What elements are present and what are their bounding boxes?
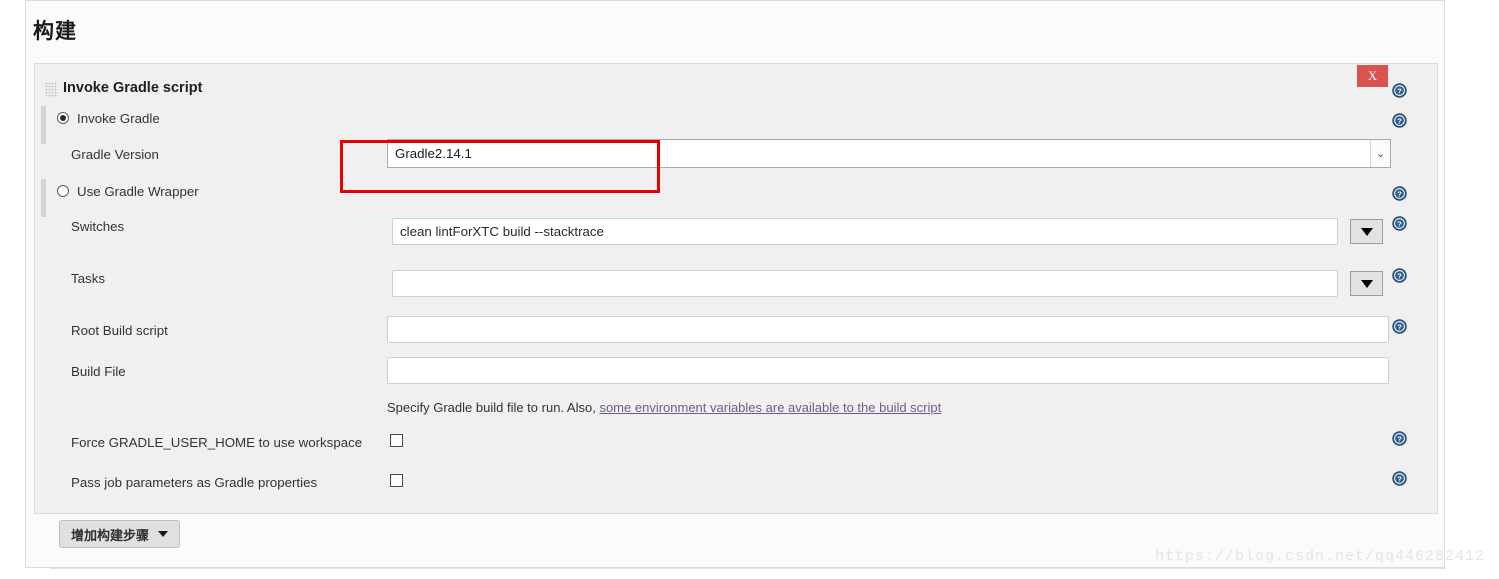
- bottom-divider: [50, 568, 1446, 569]
- caret-down-icon: [1360, 227, 1373, 236]
- tasks-dropdown-button[interactable]: [1350, 271, 1383, 296]
- root-build-script-input[interactable]: [387, 316, 1389, 343]
- tasks-input[interactable]: [392, 270, 1338, 297]
- build-file-label: Build File: [71, 364, 126, 379]
- svg-text:?: ?: [1397, 87, 1402, 96]
- gradle-version-value: Gradle2.14.1: [395, 146, 472, 161]
- radio-use-gradle-wrapper[interactable]: [57, 185, 69, 197]
- help-icon[interactable]: ?: [1392, 319, 1407, 334]
- help-icon[interactable]: ?: [1392, 471, 1407, 486]
- caret-down-icon: [1360, 279, 1373, 288]
- svg-text:?: ?: [1397, 323, 1402, 332]
- force-gradle-user-home-checkbox[interactable]: [390, 434, 403, 447]
- build-file-input[interactable]: [387, 357, 1389, 384]
- caret-down-icon: [158, 531, 169, 537]
- drag-handle-icon[interactable]: [45, 82, 58, 97]
- pass-job-parameters-checkbox[interactable]: [390, 474, 403, 487]
- help-icon[interactable]: ?: [1392, 268, 1407, 283]
- build-config-page: 构建 Invoke Gradle script X ? ? ? ? ? ? ?: [25, 0, 1445, 568]
- switches-label: Switches: [71, 219, 125, 234]
- help-icon[interactable]: ?: [1392, 186, 1407, 201]
- gradle-version-label: Gradle Version: [71, 147, 159, 162]
- watermark: https://blog.csdn.net/qq446282412: [1155, 548, 1486, 565]
- radio-invoke-gradle-label: Invoke Gradle: [77, 111, 160, 126]
- svg-text:?: ?: [1397, 220, 1402, 229]
- switches-input[interactable]: [392, 218, 1338, 245]
- svg-text:?: ?: [1397, 435, 1402, 444]
- gradle-version-select[interactable]: Gradle2.14.1: [387, 139, 1391, 168]
- pass-job-parameters-label: Pass job parameters as Gradle properties: [71, 475, 318, 490]
- radio-use-gradle-wrapper-label: Use Gradle Wrapper: [77, 184, 199, 199]
- svg-text:?: ?: [1397, 475, 1402, 484]
- add-build-step-button[interactable]: 增加构建步骤: [59, 520, 181, 548]
- page-title: 构建: [33, 20, 77, 43]
- root-build-script-label: Root Build script: [71, 323, 168, 338]
- group-bar: [41, 179, 46, 217]
- help-icon[interactable]: ?: [1392, 83, 1407, 98]
- help-icon[interactable]: ?: [1392, 431, 1407, 446]
- svg-text:?: ?: [1397, 117, 1402, 126]
- environment-variables-link[interactable]: some environment variables are available…: [599, 400, 941, 415]
- build-step-title: Invoke Gradle script: [63, 80, 203, 96]
- help-icon[interactable]: ?: [1392, 113, 1407, 128]
- svg-text:?: ?: [1397, 190, 1402, 199]
- tasks-label: Tasks: [71, 271, 105, 286]
- help-icon[interactable]: ?: [1392, 216, 1407, 231]
- build-file-help-text: Specify Gradle build file to run. Also, …: [387, 400, 941, 415]
- close-button[interactable]: X: [1357, 65, 1388, 87]
- add-build-step-label: 增加构建步骤: [71, 527, 150, 543]
- build-step-panel: Invoke Gradle script X ? ? ? ? ? ? ? ? I…: [34, 63, 1438, 514]
- force-gradle-user-home-label: Force GRADLE_USER_HOME to use workspace: [71, 435, 363, 450]
- radio-invoke-gradle[interactable]: [57, 112, 69, 124]
- switches-dropdown-button[interactable]: [1350, 219, 1383, 244]
- group-bar: [41, 106, 46, 144]
- help-text-prefix: Specify Gradle build file to run. Also,: [387, 400, 600, 415]
- svg-text:?: ?: [1397, 272, 1402, 281]
